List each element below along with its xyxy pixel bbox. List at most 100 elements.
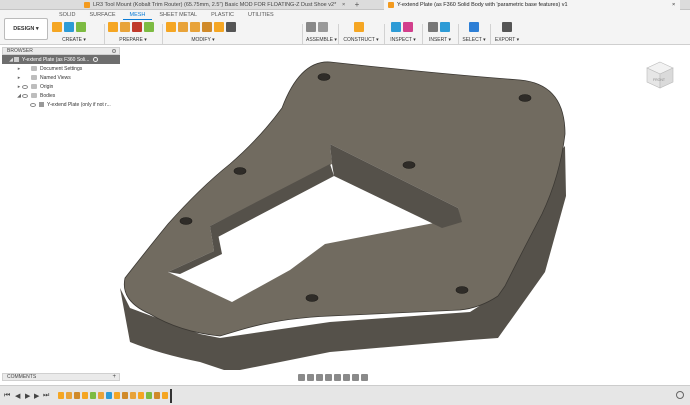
- folder-icon: [31, 75, 37, 80]
- tool-icon[interactable]: [166, 22, 176, 32]
- workspace-switcher[interactable]: DESIGN ▾: [4, 18, 48, 40]
- comments-panel[interactable]: COMMENTS +: [2, 373, 120, 381]
- grid-settings-icon[interactable]: [352, 374, 359, 381]
- add-comment-button[interactable]: +: [112, 374, 116, 381]
- timeline-feature-icon[interactable]: [58, 392, 64, 399]
- folder-icon: [31, 84, 37, 89]
- timeline-feature-icon[interactable]: [130, 392, 136, 399]
- timeline-feature-icon[interactable]: [74, 392, 80, 399]
- eye-icon[interactable]: [22, 84, 28, 89]
- close-tab-icon[interactable]: ×: [342, 0, 350, 10]
- tab-plastic[interactable]: PLASTIC: [204, 10, 241, 20]
- tab-solid[interactable]: SOLID: [52, 10, 83, 20]
- assemble-menu[interactable]: ASSEMBLE ▾: [306, 37, 337, 43]
- document-tab-y-extend-plate[interactable]: Y-extend Plate (as F360 Solid Body with …: [384, 0, 674, 10]
- tool-icon[interactable]: [144, 22, 154, 32]
- tab-utilities[interactable]: UTILITIES: [241, 10, 281, 20]
- construct-group[interactable]: CONSTRUCT ▾: [342, 21, 380, 45]
- tool-icon[interactable]: [178, 22, 188, 32]
- insert-menu[interactable]: INSERT ▾: [426, 37, 454, 43]
- timeline-feature-icon[interactable]: [122, 392, 128, 399]
- close-tab-icon[interactable]: ×: [672, 0, 680, 10]
- tool-icon[interactable]: [469, 22, 479, 32]
- new-tab-button[interactable]: +: [352, 0, 362, 10]
- timeline-feature-icon[interactable]: [66, 392, 72, 399]
- tool-icon[interactable]: [214, 22, 224, 32]
- step-forward-button[interactable]: ▶: [34, 392, 39, 400]
- timeline-feature-icon[interactable]: [98, 392, 104, 399]
- tool-icon[interactable]: [428, 22, 438, 32]
- tool-icon[interactable]: [318, 22, 328, 32]
- timeline-feature-icon[interactable]: [138, 392, 144, 399]
- prepare-menu[interactable]: PREPARE ▾: [108, 37, 158, 43]
- viewports-icon[interactable]: [361, 374, 368, 381]
- export-menu[interactable]: EXPORT ▾: [494, 37, 520, 43]
- timeline-feature-icon[interactable]: [106, 392, 112, 399]
- step-back-button[interactable]: ◀: [15, 392, 20, 400]
- create-group[interactable]: CREATE ▾: [52, 21, 96, 45]
- display-settings-icon[interactable]: [343, 374, 350, 381]
- tool-icon[interactable]: [120, 22, 130, 32]
- tool-icon[interactable]: [132, 22, 142, 32]
- tab-surface[interactable]: SURFACE: [83, 10, 123, 20]
- pan-icon[interactable]: [316, 374, 323, 381]
- gear-icon[interactable]: [676, 391, 684, 399]
- fit-icon[interactable]: [334, 374, 341, 381]
- inspect-menu[interactable]: INSPECT ▾: [388, 37, 418, 43]
- tool-icon[interactable]: [391, 22, 401, 32]
- select-group[interactable]: SELECT ▾: [462, 21, 486, 45]
- timeline-feature-icon[interactable]: [146, 392, 152, 399]
- tool-icon[interactable]: [502, 22, 512, 32]
- export-group[interactable]: EXPORT ▾: [494, 21, 520, 45]
- tool-icon[interactable]: [76, 22, 86, 32]
- view-cube[interactable]: FRONT: [643, 58, 677, 92]
- tool-icon[interactable]: [226, 22, 236, 32]
- insert-group[interactable]: INSERT ▾: [426, 21, 454, 45]
- go-to-start-button[interactable]: ⏮: [4, 392, 10, 400]
- browser-item-root[interactable]: ◢ Y-extend Plate (as F360 Soli...: [2, 55, 120, 64]
- play-button[interactable]: ▶: [25, 392, 30, 400]
- eye-icon[interactable]: [22, 93, 28, 98]
- timeline-marker[interactable]: [170, 389, 172, 403]
- timeline-feature-icon[interactable]: [82, 392, 88, 399]
- assemble-group[interactable]: ASSEMBLE ▾: [306, 21, 337, 45]
- tool-icon[interactable]: [52, 22, 62, 32]
- document-tab-tool-mount[interactable]: LR3 Tool Mount (Kobalt Trim Router) (65.…: [80, 0, 348, 10]
- timeline-feature-icon[interactable]: [90, 392, 96, 399]
- browser-item-document-settings[interactable]: ▸ Document Settings: [2, 64, 120, 73]
- caret-icon[interactable]: ▸: [16, 66, 22, 72]
- timeline-feature-icon[interactable]: [114, 392, 120, 399]
- go-to-end-button[interactable]: ⏭: [43, 392, 49, 400]
- browser-header[interactable]: BROWSER: [2, 47, 120, 55]
- tool-icon[interactable]: [403, 22, 413, 32]
- browser-item-bodies[interactable]: ◢ Bodies: [2, 91, 120, 100]
- tool-icon[interactable]: [354, 22, 364, 32]
- tool-icon[interactable]: [190, 22, 200, 32]
- construct-menu[interactable]: CONSTRUCT ▾: [342, 37, 380, 43]
- tab-mesh[interactable]: MESH: [122, 10, 153, 20]
- prepare-group[interactable]: PREPARE ▾: [108, 21, 158, 45]
- tool-icon[interactable]: [108, 22, 118, 32]
- modify-group[interactable]: MODIFY ▾: [166, 21, 240, 45]
- tool-icon[interactable]: [306, 22, 316, 32]
- browser-item-body[interactable]: Y-extend Plate (only if not r...: [2, 100, 120, 109]
- timeline-feature-icon[interactable]: [162, 392, 168, 399]
- browser-item-origin[interactable]: ▸ Origin: [2, 82, 120, 91]
- pin-icon[interactable]: [112, 49, 116, 53]
- select-menu[interactable]: SELECT ▾: [462, 37, 486, 43]
- activate-radio-icon[interactable]: [93, 57, 99, 62]
- tab-sheet-metal[interactable]: SHEET METAL: [152, 10, 204, 20]
- caret-icon[interactable]: ▸: [16, 75, 22, 81]
- eye-icon[interactable]: [30, 102, 36, 107]
- browser-item-named-views[interactable]: ▸ Named Views: [2, 73, 120, 82]
- timeline-feature-icon[interactable]: [154, 392, 160, 399]
- tool-icon[interactable]: [202, 22, 212, 32]
- orbit-icon[interactable]: [298, 374, 305, 381]
- create-menu[interactable]: CREATE ▾: [52, 37, 96, 43]
- tool-icon[interactable]: [440, 22, 450, 32]
- look-at-icon[interactable]: [307, 374, 314, 381]
- inspect-group[interactable]: INSPECT ▾: [388, 21, 418, 45]
- modify-menu[interactable]: MODIFY ▾: [166, 37, 240, 43]
- zoom-icon[interactable]: [325, 374, 332, 381]
- tool-icon[interactable]: [64, 22, 74, 32]
